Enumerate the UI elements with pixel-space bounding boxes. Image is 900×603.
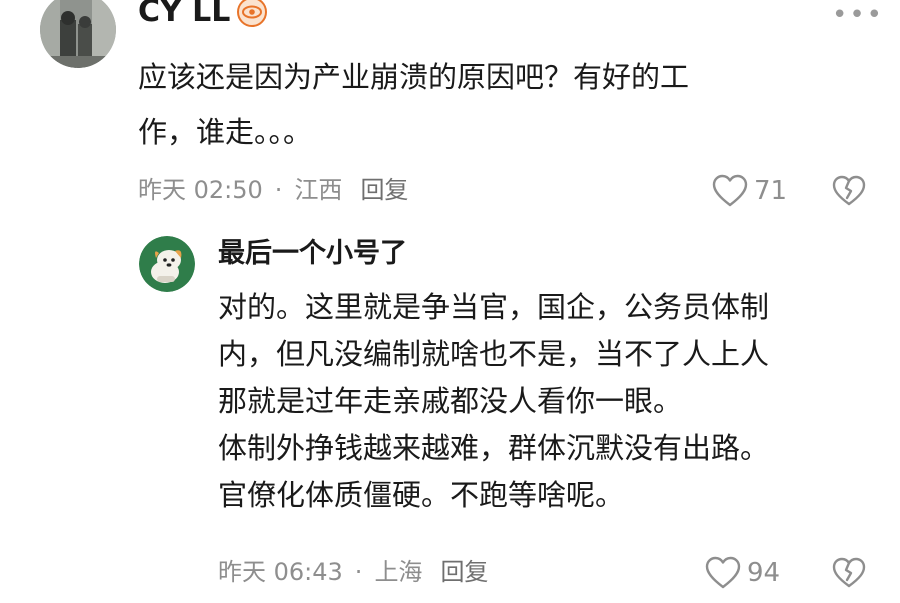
like-button[interactable]: 94	[705, 555, 780, 591]
timestamp: 昨天 06:43	[218, 558, 343, 586]
reply-button[interactable]: 回复	[440, 554, 488, 590]
comment-text-line: 官僚化体质僵硬。不跑等啥呢。	[218, 478, 625, 512]
author-name[interactable]: 最后一个小号了	[218, 236, 407, 272]
comment-text-line: 对的。这里就是争当官，国企，公务员体制	[218, 290, 770, 324]
comment-text-line: 内，但凡没编制就啥也不是，当不了人上人	[218, 337, 770, 371]
comment-text-line: 那就是过年走亲戚都没人看你一眼。	[218, 384, 683, 418]
comment-2: 最后一个小号了 对的。这里就是争当官，国企，公务员体制 内，但凡没编制就啥也不是…	[0, 0, 900, 603]
like-count: 94	[747, 558, 781, 588]
broken-heart-icon[interactable]	[832, 557, 866, 589]
location: 上海	[374, 558, 423, 586]
comment-meta: 昨天 06:43 · 上海 回复	[218, 554, 488, 590]
cartoon-dog-avatar-icon[interactable]	[139, 236, 195, 292]
heart-icon	[705, 556, 741, 589]
comment-text-line: 体制外挣钱越来越难，群体沉默没有出路。	[218, 431, 770, 465]
meta-separator: ·	[354, 558, 363, 586]
comment-text: 对的。这里就是争当官，国企，公务员体制 内，但凡没编制就啥也不是，当不了人上人 …	[218, 284, 769, 519]
